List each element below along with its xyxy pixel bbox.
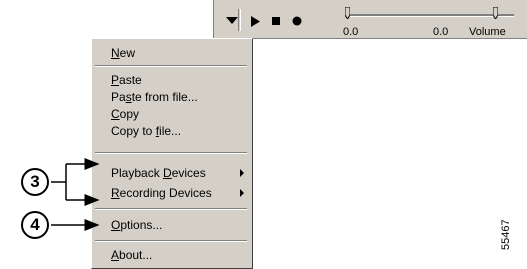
callout-4: 4 [21,211,49,239]
callout-lines [51,158,100,231]
figure-number: 55467 [500,219,512,250]
callout-3: 3 [21,168,49,196]
